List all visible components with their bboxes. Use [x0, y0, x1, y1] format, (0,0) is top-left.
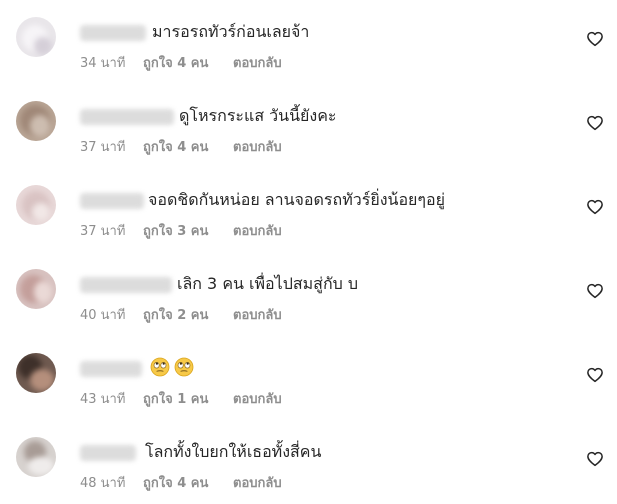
avatar[interactable]: [16, 269, 56, 309]
like-count[interactable]: ถูกใจ 4 คน: [143, 139, 208, 157]
reply-button[interactable]: ตอบกลับ: [233, 307, 282, 325]
reply-button[interactable]: ตอบกลับ: [233, 223, 282, 241]
heart-icon[interactable]: [586, 114, 604, 132]
face-with-rolling-eyes-icon: [150, 357, 170, 377]
comment-text: จอดชิดกันหน่อย ลานจอดรถทัวร์ยิ่งน้อยๆอยู…: [148, 190, 445, 209]
username-blurred[interactable]: [80, 25, 146, 41]
comment-text: โลกทั้งใบยกให้เธอทั้งสี่คน: [145, 442, 322, 461]
comment-item: 43 นาที ถูกใจ 1 คน ตอบกลับ: [0, 336, 617, 420]
comment-item: โลกทั้งใบยกให้เธอทั้งสี่คน 48 นาที ถูกใจ…: [0, 420, 617, 504]
like-count[interactable]: ถูกใจ 2 คน: [143, 307, 208, 325]
like-count[interactable]: ถูกใจ 1 คน: [143, 391, 208, 409]
like-count[interactable]: ถูกใจ 3 คน: [143, 223, 208, 241]
comment-timestamp[interactable]: 43 นาที: [80, 391, 125, 409]
avatar[interactable]: [16, 17, 56, 57]
reply-button[interactable]: ตอบกลับ: [233, 139, 282, 157]
avatar[interactable]: [16, 437, 56, 477]
comment-timestamp[interactable]: 37 นาที: [80, 223, 125, 241]
comment-text: มารอรถทัวร์ก่อนเลยจ้า: [152, 22, 310, 41]
face-with-rolling-eyes-icon: [174, 357, 194, 377]
username-blurred[interactable]: [80, 277, 172, 293]
comment-timestamp[interactable]: 37 นาที: [80, 139, 125, 157]
username-blurred[interactable]: [80, 361, 142, 377]
heart-icon[interactable]: [586, 30, 604, 48]
avatar[interactable]: [16, 101, 56, 141]
comment-timestamp[interactable]: 34 นาที: [80, 55, 125, 73]
avatar[interactable]: [16, 185, 56, 225]
heart-icon[interactable]: [586, 198, 604, 216]
comment-text: [150, 356, 198, 380]
comment-item: มารอรถทัวร์ก่อนเลยจ้า 34 นาที ถูกใจ 4 คน…: [0, 0, 617, 84]
comment-text: ดูโหรกระแส วันนี้ยังคะ: [179, 106, 337, 125]
comment-timestamp[interactable]: 48 นาที: [80, 475, 125, 493]
comment-item: ดูโหรกระแส วันนี้ยังคะ 37 นาที ถูกใจ 4 ค…: [0, 84, 617, 168]
comment-text: เลิก 3 คน เพื่อไปสมสู่กับ บ: [177, 274, 359, 293]
like-count[interactable]: ถูกใจ 4 คน: [143, 55, 208, 73]
comment-item: จอดชิดกันหน่อย ลานจอดรถทัวร์ยิ่งน้อยๆอยู…: [0, 168, 617, 252]
comment-list: มารอรถทัวร์ก่อนเลยจ้า 34 นาที ถูกใจ 4 คน…: [0, 0, 617, 491]
username-blurred[interactable]: [80, 193, 144, 209]
username-blurred[interactable]: [80, 109, 174, 125]
heart-icon[interactable]: [586, 450, 604, 468]
avatar[interactable]: [16, 353, 56, 393]
reply-button[interactable]: ตอบกลับ: [233, 391, 282, 409]
like-count[interactable]: ถูกใจ 4 คน: [143, 475, 208, 493]
comment-timestamp[interactable]: 40 นาที: [80, 307, 125, 325]
reply-button[interactable]: ตอบกลับ: [233, 475, 282, 493]
username-blurred[interactable]: [80, 445, 136, 461]
comment-item: เลิก 3 คน เพื่อไปสมสู่กับ บ 40 นาที ถูกใ…: [0, 252, 617, 336]
heart-icon[interactable]: [586, 282, 604, 300]
heart-icon[interactable]: [586, 366, 604, 384]
reply-button[interactable]: ตอบกลับ: [233, 55, 282, 73]
